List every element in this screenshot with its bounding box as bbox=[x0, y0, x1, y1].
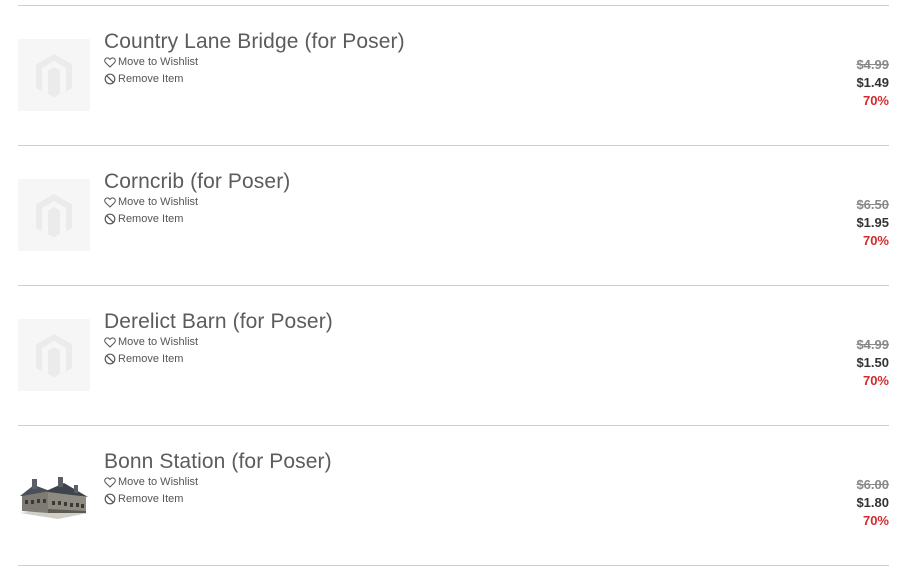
placeholder-logo-icon bbox=[36, 334, 72, 378]
sale-price: $1.50 bbox=[856, 355, 889, 370]
prohibited-icon bbox=[104, 493, 116, 505]
product-thumbnail-placeholder[interactable] bbox=[18, 39, 90, 111]
cart-item: Corncrib (for Poser) Move to Wishlist Re… bbox=[18, 146, 889, 285]
remove-item-link[interactable]: Remove Item bbox=[104, 493, 183, 505]
move-to-wishlist-label: Move to Wishlist bbox=[118, 476, 199, 488]
remove-item-link[interactable]: Remove Item bbox=[104, 213, 183, 225]
product-thumbnail-image[interactable] bbox=[18, 459, 90, 531]
sale-price: $1.80 bbox=[856, 495, 889, 510]
heart-outline-icon bbox=[104, 196, 116, 208]
heart-outline-icon bbox=[104, 476, 116, 488]
discount-percent: 70% bbox=[862, 513, 889, 528]
remove-item-label: Remove Item bbox=[118, 493, 184, 505]
cart-item: Derelict Barn (for Poser) Move to Wishli… bbox=[18, 286, 889, 425]
discount-percent: 70% bbox=[862, 373, 889, 388]
move-to-wishlist-link[interactable]: Move to Wishlist bbox=[104, 476, 198, 488]
move-to-wishlist-label: Move to Wishlist bbox=[118, 336, 199, 348]
original-price: $6.00 bbox=[856, 477, 889, 492]
price-block: $4.99 $1.50 70% bbox=[856, 336, 889, 390]
move-to-wishlist-label: Move to Wishlist bbox=[118, 56, 199, 68]
placeholder-logo-icon bbox=[36, 54, 72, 98]
move-to-wishlist-link[interactable]: Move to Wishlist bbox=[104, 336, 198, 348]
heart-outline-icon bbox=[104, 56, 116, 68]
original-price: $4.99 bbox=[856, 337, 889, 352]
cart-item: Bonn Station (for Poser) Move to Wishlis… bbox=[18, 426, 889, 565]
divider bbox=[18, 565, 889, 566]
remove-item-label: Remove Item bbox=[118, 213, 184, 225]
cart-item-list: Country Lane Bridge (for Poser) Move to … bbox=[18, 5, 889, 566]
station-building-image bbox=[20, 477, 88, 519]
remove-item-link[interactable]: Remove Item bbox=[104, 353, 183, 365]
sale-price: $1.49 bbox=[856, 75, 889, 90]
product-thumbnail-placeholder[interactable] bbox=[18, 319, 90, 391]
cart-item: Country Lane Bridge (for Poser) Move to … bbox=[18, 6, 889, 145]
remove-item-link[interactable]: Remove Item bbox=[104, 73, 183, 85]
price-block: $6.50 $1.95 70% bbox=[856, 196, 889, 250]
product-title-link[interactable]: Bonn Station (for Poser) bbox=[104, 450, 332, 474]
discount-percent: 70% bbox=[862, 233, 889, 248]
original-price: $4.99 bbox=[856, 57, 889, 72]
price-block: $6.00 $1.80 70% bbox=[856, 476, 889, 530]
sale-price: $1.95 bbox=[856, 215, 889, 230]
prohibited-icon bbox=[104, 213, 116, 225]
move-to-wishlist-link[interactable]: Move to Wishlist bbox=[104, 196, 198, 208]
heart-outline-icon bbox=[104, 336, 116, 348]
product-title-link[interactable]: Country Lane Bridge (for Poser) bbox=[104, 30, 405, 54]
placeholder-logo-icon bbox=[36, 194, 72, 238]
remove-item-label: Remove Item bbox=[118, 73, 184, 85]
discount-percent: 70% bbox=[862, 93, 889, 108]
product-title-link[interactable]: Derelict Barn (for Poser) bbox=[104, 310, 333, 334]
product-title-link[interactable]: Corncrib (for Poser) bbox=[104, 170, 290, 194]
move-to-wishlist-label: Move to Wishlist bbox=[118, 196, 199, 208]
move-to-wishlist-link[interactable]: Move to Wishlist bbox=[104, 56, 198, 68]
prohibited-icon bbox=[104, 73, 116, 85]
remove-item-label: Remove Item bbox=[118, 353, 184, 365]
original-price: $6.50 bbox=[856, 197, 889, 212]
product-thumbnail-placeholder[interactable] bbox=[18, 179, 90, 251]
prohibited-icon bbox=[104, 353, 116, 365]
price-block: $4.99 $1.49 70% bbox=[856, 56, 889, 110]
